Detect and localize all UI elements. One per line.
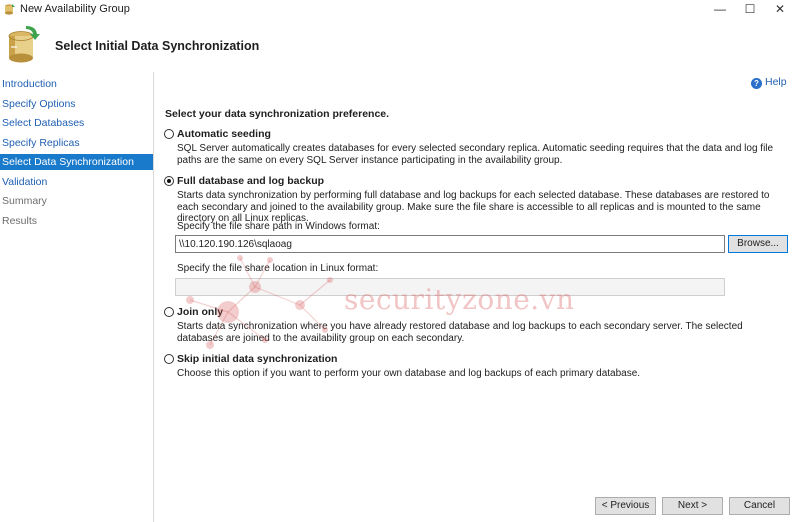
automatic-seeding-label[interactable]: Automatic seeding [177,128,271,140]
skip-sync-label[interactable]: Skip initial data synchronization [177,353,337,365]
sidebar-item-specify-options[interactable]: Specify Options [0,96,153,112]
sidebar-item-introduction[interactable]: Introduction [0,76,153,92]
sidebar-item-summary: Summary [2,195,47,207]
join-only-label[interactable]: Join only [177,306,223,318]
sidebar-item-select-databases[interactable]: Select Databases [0,115,153,131]
automatic-seeding-radio[interactable] [164,129,174,139]
database-sync-icon [8,26,40,63]
sync-preference-prompt: Select your data synchronization prefere… [165,108,390,120]
page-title: Select Initial Data Synchronization [55,39,260,53]
close-button[interactable]: ✕ [764,0,794,18]
help-label: Help [765,76,787,88]
previous-button[interactable]: < Previous [595,497,656,515]
sidebar-item-validation[interactable]: Validation [0,174,153,190]
cancel-button[interactable]: Cancel [729,497,790,515]
help-link[interactable]: ? Help [751,76,787,89]
window-title: New Availability Group [20,3,130,15]
automatic-seeding-description: SQL Server automatically creates databas… [177,143,774,166]
wizard-header: Select Initial Data Synchronization [0,18,794,72]
browse-button[interactable]: Browse... [728,235,788,253]
sidebar-item-specify-replicas[interactable]: Specify Replicas [0,135,153,151]
sidebar-item-results: Results [2,215,38,227]
windows-path-label: Specify the file share path in Windows f… [177,221,380,232]
minimize-button[interactable]: — [704,0,736,18]
full-backup-radio[interactable] [164,176,174,186]
help-icon: ? [751,78,762,89]
skip-sync-description: Choose this option if you want to perfor… [177,368,641,379]
join-only-description: Starts data synchronization where you ha… [177,321,743,344]
full-backup-label[interactable]: Full database and log backup [177,175,324,187]
join-only-radio[interactable] [164,307,174,317]
title-bar: New Availability Group — ☐ ✕ [0,0,794,18]
app-icon [5,4,15,15]
windows-path-input[interactable] [175,235,725,253]
sidebar-item-select-data-synchronization[interactable]: Select Data Synchronization [0,154,153,170]
wizard-sidebar: Introduction Specify Options Select Data… [0,72,154,522]
next-button[interactable]: Next > [662,497,723,515]
maximize-button[interactable]: ☐ [734,0,766,18]
skip-sync-radio[interactable] [164,354,174,364]
watermark-text: securityzone.vn [344,283,575,316]
linux-path-label: Specify the file share location in Linux… [177,263,379,274]
full-backup-description: Starts data synchronization by performin… [177,190,770,224]
